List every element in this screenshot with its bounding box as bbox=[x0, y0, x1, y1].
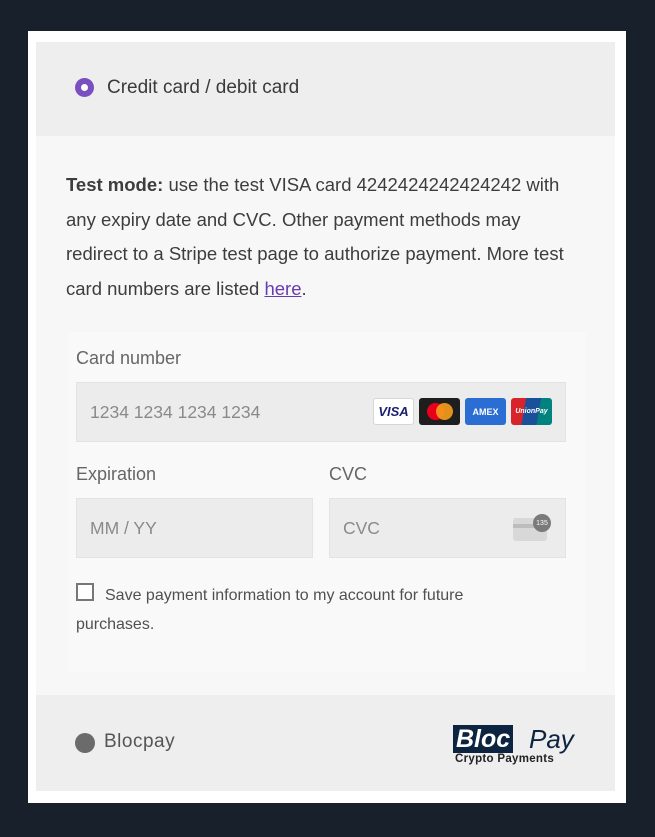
card-number-input[interactable]: 1234 1234 1234 1234 VISA AMEX UnionPay bbox=[76, 382, 566, 442]
expiration-input[interactable]: MM / YY bbox=[76, 498, 313, 558]
visa-icon: VISA bbox=[373, 398, 414, 425]
blocpay-logo-pay: Pay bbox=[529, 724, 574, 754]
test-mode-label: Test mode: bbox=[66, 174, 164, 195]
blocpay-logo: Bloc Pay Crypto Payments bbox=[453, 725, 590, 771]
cvc-input[interactable]: CVC 135 bbox=[329, 498, 566, 558]
test-mode-notice: Test mode: use the test VISA card 424242… bbox=[66, 168, 586, 306]
blocpay-logo-bloc: Bloc bbox=[453, 725, 514, 753]
cvc-badge: 135 bbox=[533, 514, 551, 532]
test-cards-link[interactable]: here bbox=[264, 278, 301, 299]
blocpay-option[interactable]: Blocpay Bloc Pay Crypto Payments bbox=[36, 695, 615, 791]
credit-card-option[interactable]: Credit card / debit card bbox=[36, 42, 615, 136]
save-payment-label[interactable]: Save payment information to my account f… bbox=[76, 581, 526, 639]
blocpay-option-label[interactable]: Blocpay bbox=[104, 731, 175, 753]
card-number-label: Card number bbox=[76, 348, 182, 368]
unionpay-icon: UnionPay bbox=[511, 398, 552, 425]
amex-icon: AMEX bbox=[465, 398, 506, 425]
cvc-placeholder: CVC bbox=[343, 517, 380, 538]
expiration-placeholder: MM / YY bbox=[90, 517, 157, 538]
checkout-payment-panel: Credit card / debit card Test mode: use … bbox=[28, 31, 626, 803]
credit-card-radio[interactable] bbox=[75, 78, 94, 97]
blocpay-logo-tagline: Crypto Payments bbox=[455, 753, 555, 765]
card-brand-icons: VISA AMEX UnionPay bbox=[373, 398, 552, 425]
card-number-placeholder: 1234 1234 1234 1234 bbox=[90, 401, 261, 422]
mastercard-icon bbox=[419, 398, 460, 425]
credit-card-option-label[interactable]: Credit card / debit card bbox=[107, 77, 299, 99]
test-mode-suffix: . bbox=[301, 277, 307, 299]
blocpay-radio[interactable] bbox=[75, 733, 95, 753]
expiration-label: Expiration bbox=[76, 464, 157, 484]
cvc-label: CVC bbox=[329, 464, 368, 484]
cvc-card-icon: 135 bbox=[513, 514, 551, 541]
